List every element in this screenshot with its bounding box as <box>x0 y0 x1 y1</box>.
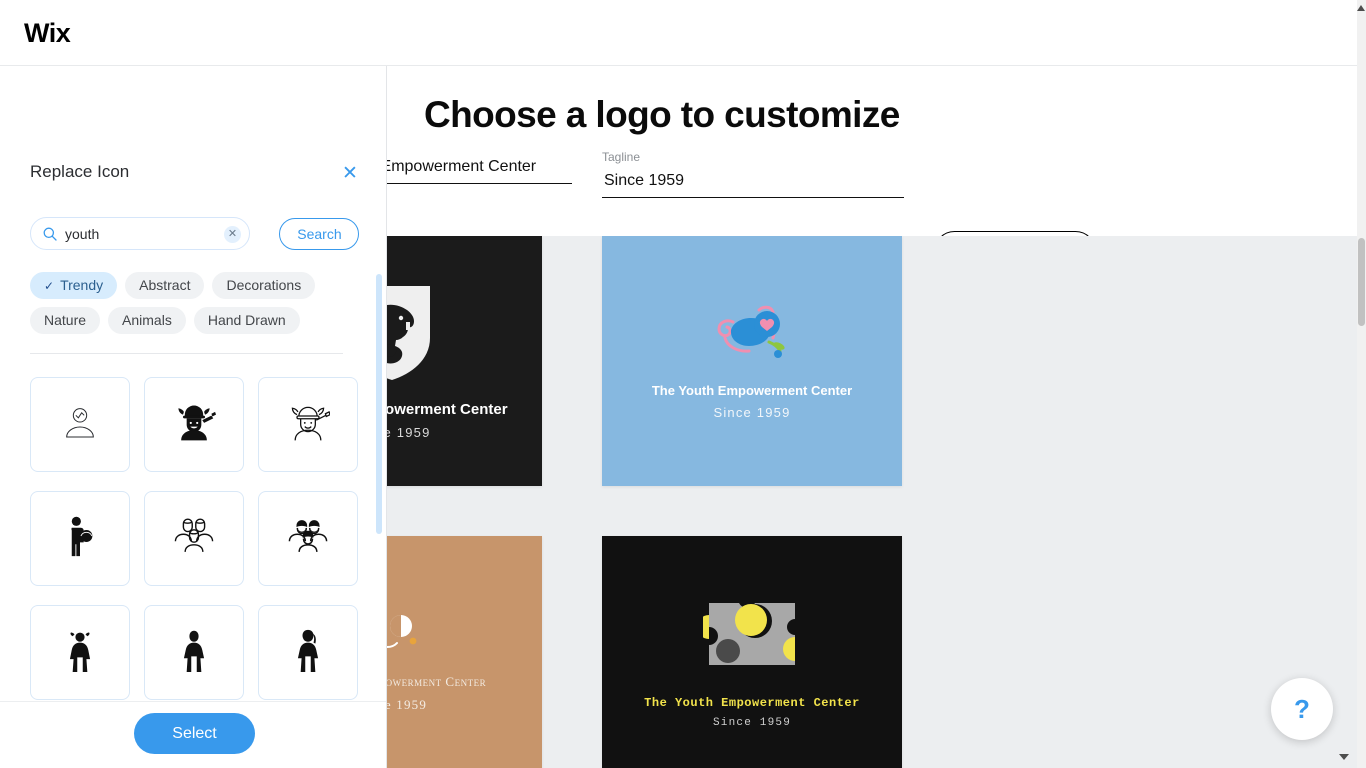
category-chip-label: Nature <box>44 312 87 328</box>
wix-logo[interactable]: Wix <box>24 18 71 49</box>
icon-result-cell[interactable] <box>30 605 130 700</box>
viking-warrior-outline-icon <box>286 400 331 449</box>
help-button[interactable]: ? <box>1271 678 1333 740</box>
logo-business-name: The Youth Empowerment Center <box>644 696 860 710</box>
close-icon[interactable]: ✕ <box>340 164 360 185</box>
category-chip-nature[interactable]: Nature <box>30 307 101 334</box>
girl-pigtails-icon <box>60 628 100 677</box>
group-of-people-filled-icon <box>285 516 331 561</box>
icon-result-cell[interactable] <box>30 491 130 586</box>
category-chip-abstract[interactable]: Abstract <box>125 272 205 299</box>
logo-lockup: The Youth Empowerment Center Since 1959 <box>602 593 902 729</box>
search-box[interactable]: ✕ <box>30 217 250 250</box>
logo-tagline: Since 1959 <box>712 717 791 729</box>
category-chip-trendy[interactable]: ✓ Trendy <box>30 272 118 299</box>
page-scrollbar-thumb[interactable] <box>1358 238 1365 326</box>
cheese-mark-icon <box>602 593 902 682</box>
logo-card[interactable]: The Youth Empowerment Center Since 1959 <box>602 236 902 486</box>
icon-result-cell[interactable] <box>144 491 244 586</box>
group-of-people-outline-icon <box>171 516 217 561</box>
search-input[interactable] <box>65 218 217 249</box>
woman-ponytail-icon <box>289 628 327 677</box>
category-chip-decorations[interactable]: Decorations <box>212 272 316 299</box>
category-chip-label: Decorations <box>226 277 302 293</box>
select-button[interactable]: Select <box>134 713 255 754</box>
icon-result-cell[interactable] <box>258 491 358 586</box>
check-icon: ✓ <box>44 279 55 293</box>
tagline-label: Tagline <box>602 150 641 164</box>
top-bar: Wix <box>0 0 1366 66</box>
clear-icon[interactable]: ✕ <box>224 226 241 243</box>
viking-warrior-filled-icon <box>172 400 216 449</box>
panel-footer: Select <box>0 701 386 768</box>
category-chip-label: Trendy <box>60 277 104 293</box>
logo-lockup: The Youth Empowerment Center Since 1959 <box>602 302 902 420</box>
icon-result-cell[interactable] <box>30 377 130 472</box>
category-chip-label: Hand Drawn <box>207 312 286 328</box>
logo-business-name: The Youth Empowerment Center <box>651 383 853 398</box>
panel-divider <box>30 353 343 354</box>
page-scrollbar-track[interactable] <box>1357 0 1366 768</box>
icon-result-cell[interactable] <box>258 377 358 472</box>
search-button[interactable]: Search <box>279 217 360 250</box>
category-chips: ✓ Trendy Abstract Decorations Nature Animals H… <box>30 272 360 342</box>
category-chip-label: Animals <box>122 312 172 328</box>
panel-scrollbar[interactable] <box>376 274 382 534</box>
tagline-field-wrap: Tagline <box>602 150 904 198</box>
icon-result-cell[interactable] <box>144 377 244 472</box>
tagline-input[interactable] <box>602 169 904 198</box>
category-chip-animals[interactable]: Animals <box>108 307 186 334</box>
icon-result-cell[interactable] <box>144 605 244 700</box>
category-chip-hand-drawn[interactable]: Hand Drawn <box>193 307 300 334</box>
monkey-mark-icon <box>602 302 902 369</box>
icon-result-cell[interactable] <box>258 605 358 700</box>
category-chip-label: Abstract <box>139 277 191 293</box>
page-title: Choose a logo to customize <box>424 94 900 135</box>
scroll-down-arrow-icon[interactable] <box>1339 754 1349 760</box>
replace-icon-panel: Replace Icon ✕ ✕ Search ✓ Trendy Abstract D… <box>0 66 387 768</box>
logo-tagline: Since 1959 <box>713 405 791 420</box>
person-outline-icon <box>60 402 100 447</box>
search-icon <box>42 226 58 242</box>
woman-standing-icon <box>175 628 213 677</box>
scroll-up-arrow-icon[interactable] <box>1357 4 1365 11</box>
logo-card[interactable]: The Youth Empowerment Center Since 1959 <box>602 536 902 768</box>
boy-with-ball-icon <box>60 514 100 563</box>
search-row: ✕ Search <box>30 217 360 250</box>
panel-title: Replace Icon <box>30 162 130 181</box>
